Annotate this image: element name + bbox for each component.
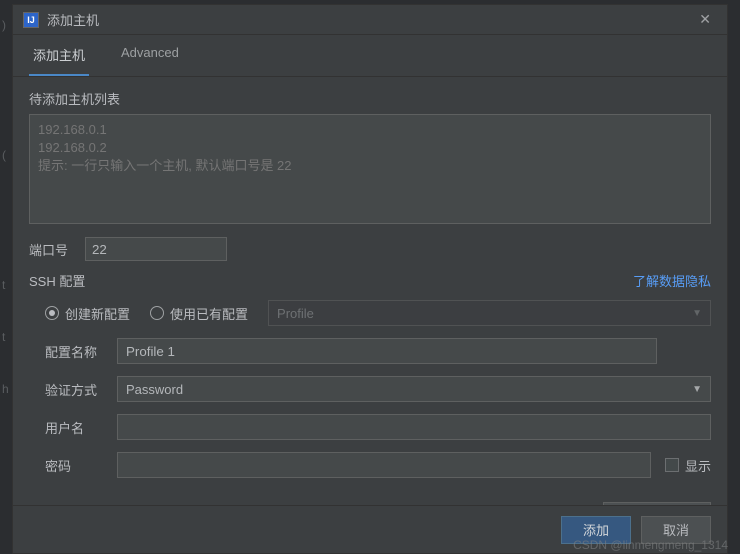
port-input[interactable] bbox=[85, 237, 227, 261]
close-icon[interactable]: ✕ bbox=[693, 7, 717, 32]
dialog-window: IJ 添加主机 ✕ 添加主机 Advanced 待添加主机列表 端口号 SSH … bbox=[12, 4, 728, 554]
radio-existing-config-label[interactable]: 使用已有配置 bbox=[170, 304, 248, 323]
tab-add-host[interactable]: 添加主机 bbox=[29, 35, 89, 76]
port-label: 端口号 bbox=[29, 240, 85, 259]
profile-select-value: Profile bbox=[277, 306, 314, 321]
tab-advanced[interactable]: Advanced bbox=[117, 35, 183, 76]
radio-existing-config[interactable] bbox=[150, 306, 164, 320]
app-icon: IJ bbox=[23, 12, 39, 28]
tabs: 添加主机 Advanced bbox=[13, 35, 727, 77]
auth-method-value: Password bbox=[126, 382, 183, 397]
hostlist-label: 待添加主机列表 bbox=[29, 89, 711, 108]
show-password-label[interactable]: 显示 bbox=[685, 456, 711, 475]
config-name-label: 配置名称 bbox=[45, 342, 117, 361]
window-title: 添加主机 bbox=[47, 10, 693, 29]
show-password-checkbox[interactable] bbox=[665, 458, 679, 472]
chevron-down-icon: ▼ bbox=[692, 384, 702, 395]
hostlist-textarea[interactable] bbox=[29, 114, 711, 224]
password-input[interactable] bbox=[117, 452, 651, 478]
username-input[interactable] bbox=[117, 414, 711, 440]
config-name-input[interactable] bbox=[117, 338, 657, 364]
chevron-down-icon: ▼ bbox=[692, 308, 702, 319]
username-label: 用户名 bbox=[45, 418, 117, 437]
radio-new-config-label[interactable]: 创建新配置 bbox=[65, 304, 130, 323]
ssh-config-label: SSH 配置 bbox=[29, 271, 85, 290]
auth-method-label: 验证方式 bbox=[45, 380, 117, 399]
radio-new-config[interactable] bbox=[45, 306, 59, 320]
profile-select[interactable]: Profile ▼ bbox=[268, 300, 711, 326]
password-label: 密码 bbox=[45, 456, 117, 475]
titlebar: IJ 添加主机 ✕ bbox=[13, 5, 727, 35]
auth-method-select[interactable]: Password ▼ bbox=[117, 376, 711, 402]
watermark: CSDN @linmengmeng_1314 bbox=[573, 538, 728, 552]
privacy-link[interactable]: 了解数据隐私 bbox=[633, 271, 711, 290]
content-area: 待添加主机列表 端口号 SSH 配置 了解数据隐私 创建新配置 使用已有配置 P… bbox=[13, 77, 727, 505]
